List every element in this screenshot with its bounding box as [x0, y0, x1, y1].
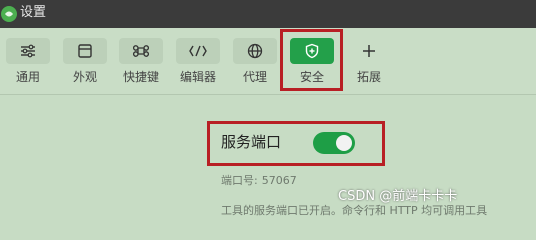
- tab-editor[interactable]: 编辑器: [170, 38, 226, 90]
- tab-proxy-label: 代理: [242, 70, 267, 84]
- tab-editor-label: 编辑器: [179, 70, 216, 84]
- code-brackets-icon[interactable]: [176, 38, 220, 64]
- tab-shortcuts-label: 快捷键: [122, 70, 159, 84]
- globe-icon[interactable]: [233, 38, 277, 64]
- sliders-icon[interactable]: [6, 38, 50, 64]
- window-title: 设置: [20, 5, 47, 20]
- service-description: 工具的服务端口已开启。命令行和 HTTP 均可调用工具: [221, 204, 488, 217]
- command-key-icon[interactable]: [119, 38, 163, 64]
- tab-appearance-label: 外观: [72, 70, 97, 84]
- watermark: CSDN @前端卡卡卡: [338, 189, 458, 204]
- toggle-knob: [336, 135, 352, 151]
- tab-appearance[interactable]: 外观: [57, 38, 113, 90]
- tab-general-label: 通用: [15, 70, 40, 84]
- tab-extensions-label: 拓展: [356, 70, 381, 84]
- service-port-toggle[interactable]: [313, 132, 355, 154]
- tab-general[interactable]: 通用: [0, 38, 56, 90]
- title-bar: 设置: [0, 0, 536, 28]
- service-port-label: 服务端口: [221, 133, 282, 151]
- port-value: 57067: [261, 174, 297, 187]
- tab-extensions[interactable]: 拓展: [341, 38, 397, 90]
- tab-shortcuts[interactable]: 快捷键: [113, 38, 169, 90]
- app-icon: [0, 5, 18, 27]
- security-tab-highlight: [280, 29, 343, 91]
- port-label: 端口号:: [221, 174, 258, 187]
- port-info: 端口号: 57067: [221, 174, 297, 187]
- toolbar-divider: [0, 94, 536, 95]
- window-icon[interactable]: [63, 38, 107, 64]
- plus-icon[interactable]: [347, 38, 391, 64]
- tab-proxy[interactable]: 代理: [227, 38, 283, 90]
